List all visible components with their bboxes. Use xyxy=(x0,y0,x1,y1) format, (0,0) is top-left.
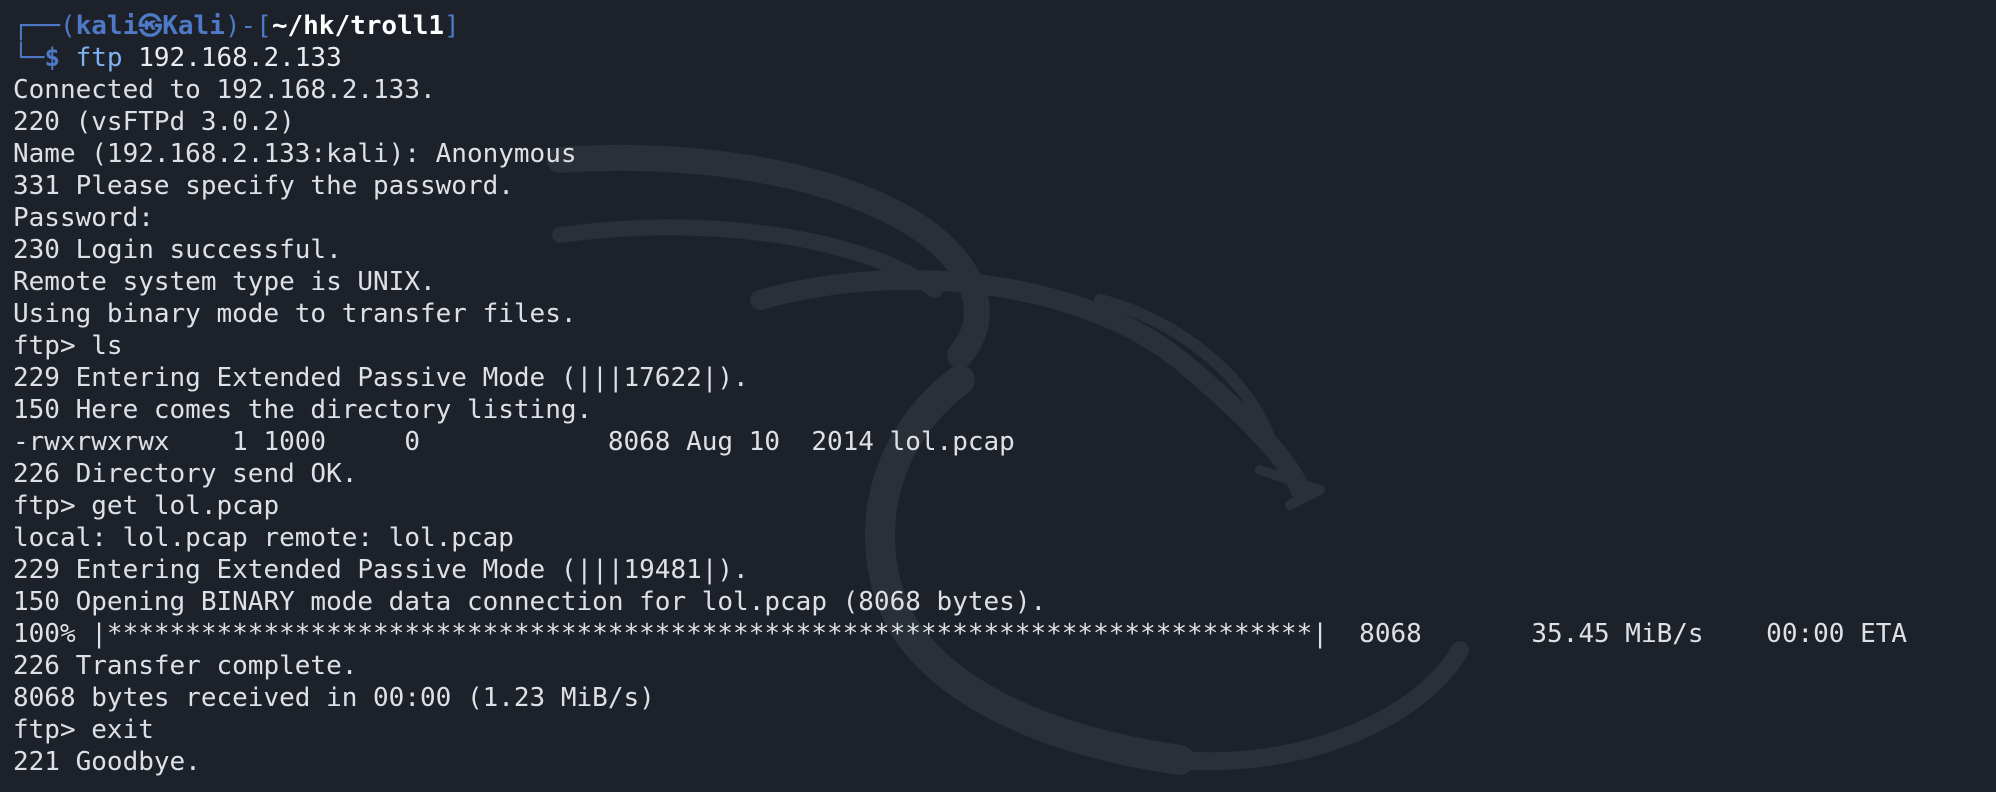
prompt-line-command: └─$ ftp 192.168.2.133 xyxy=(13,43,342,73)
output-line: Remote system type is UNIX. xyxy=(13,267,436,297)
output-line: -rwxrwxrwx 1 1000 0 8068 Aug 10 2014 lol… xyxy=(13,427,1015,457)
command-argument: 192.168.2.133 xyxy=(138,43,342,73)
output-line: 230 Login successful. xyxy=(13,235,342,265)
prompt-symbol: $ xyxy=(44,43,60,73)
progress-line: 100% |**********************************… xyxy=(13,619,1908,649)
output-line: 331 Please specify the password. xyxy=(13,171,514,201)
prompt-host: Kali xyxy=(162,11,225,41)
output-line: 8068 bytes received in 00:00 (1.23 MiB/s… xyxy=(13,683,655,713)
output-line: Name (192.168.2.133:kali): Anonymous xyxy=(13,139,577,169)
output-line: ftp> ls xyxy=(13,331,123,361)
prompt-line-top: ┌──(kali㉿Kali)-[~/hk/troll1] xyxy=(13,11,460,41)
terminal-window[interactable]: ┌──(kali㉿Kali)-[~/hk/troll1] └─$ ftp 192… xyxy=(0,0,1996,792)
prompt-user: kali xyxy=(75,11,139,41)
output-line: local: lol.pcap remote: lol.pcap xyxy=(13,523,514,553)
output-line: 220 (vsFTPd 3.0.2) xyxy=(13,107,295,137)
output-line: 221 Goodbye. xyxy=(13,747,201,777)
output-line: 150 Opening BINARY mode data connection … xyxy=(13,587,1047,617)
prompt-path: ~/hk/troll1 xyxy=(271,11,445,41)
skull-icon: ㉿ xyxy=(138,12,163,40)
output-line: 150 Here comes the directory listing. xyxy=(13,395,593,425)
output-line: 226 Transfer complete. xyxy=(13,651,358,681)
output-line: Using binary mode to transfer files. xyxy=(13,299,577,329)
output-line: Connected to 192.168.2.133. xyxy=(13,75,436,105)
output-line: 226 Directory send OK. xyxy=(13,459,358,489)
output-line: ftp> get lol.pcap xyxy=(13,491,280,521)
output-line: Password: xyxy=(13,203,154,233)
command-name: ftp xyxy=(75,43,123,73)
terminal-output: ┌──(kali㉿Kali)-[~/hk/troll1] └─$ ftp 192… xyxy=(13,10,1907,778)
output-line: ftp> exit xyxy=(13,715,154,745)
output-line: 229 Entering Extended Passive Mode (|||1… xyxy=(13,363,749,393)
output-line: 229 Entering Extended Passive Mode (|||1… xyxy=(13,555,749,585)
